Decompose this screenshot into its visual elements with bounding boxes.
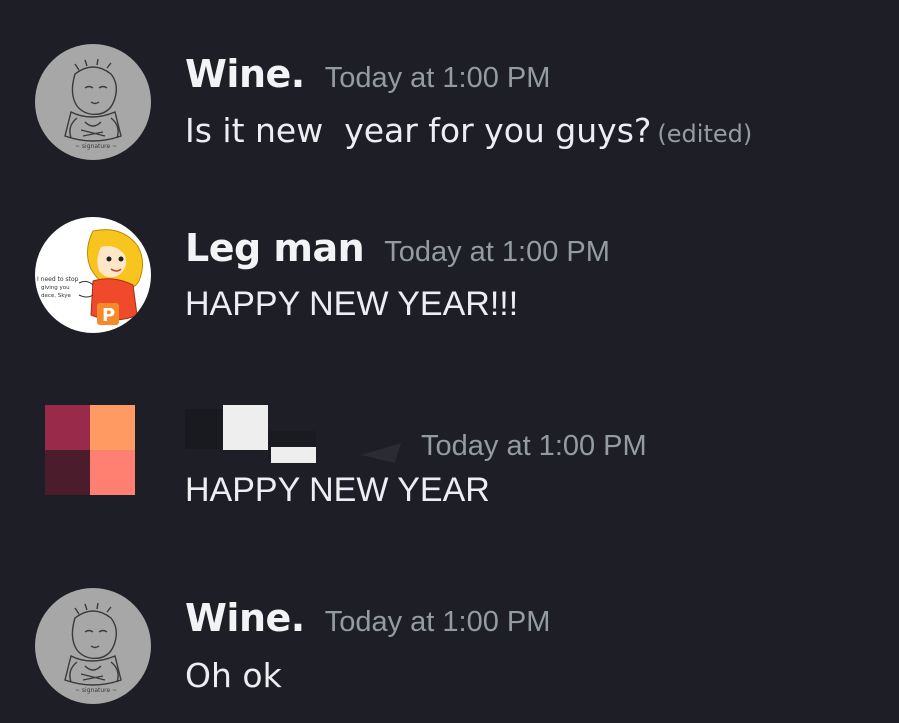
message-header: Leg man Today at 1:00 PM — [185, 226, 610, 270]
username-redacted[interactable] — [185, 403, 410, 469]
message-text-container: HAPPY NEW YEAR!!! — [185, 285, 518, 324]
avatar[interactable]: P I need to stop giving you dece, Skye — [35, 217, 151, 333]
message-text-container: Oh ok — [185, 656, 282, 695]
message-text: Oh ok — [185, 656, 282, 695]
timestamp[interactable]: Today at 1:00 PM — [325, 606, 551, 638]
username[interactable]: Leg man — [185, 226, 365, 270]
sketch-portrait-avatar-icon: ~ signature ~ — [35, 588, 151, 704]
svg-text:P: P — [102, 305, 115, 326]
avatar[interactable]: ~ signature ~ — [35, 588, 151, 704]
svg-text:dece, Skye: dece, Skye — [41, 293, 72, 299]
avatar[interactable] — [45, 405, 135, 495]
chat-log: ~ signature ~ Wine. Today at 1:00 PM Is i… — [0, 0, 899, 723]
svg-text:giving you: giving you — [41, 285, 70, 291]
message: ~ signature ~ Wine. Today at 1:00 PM Oh o… — [0, 0, 899, 704]
message-header: Wine. Today at 1:00 PM — [185, 596, 550, 640]
message-text-container: HAPPY NEW YEAR — [185, 471, 490, 510]
color-grid-avatar-icon — [45, 405, 135, 495]
svg-text:I need to stop: I need to stop — [37, 276, 79, 283]
timestamp[interactable]: Today at 1:00 PM — [421, 430, 647, 462]
yellow-haired-character-avatar-icon: P I need to stop giving you dece, Skye — [35, 217, 151, 333]
username[interactable]: Wine. — [185, 596, 305, 640]
svg-text:~ signature ~: ~ signature ~ — [75, 143, 117, 150]
redacted-name-blocks — [185, 405, 401, 463]
message-header: Today at 1:00 PM — [421, 420, 647, 464]
timestamp[interactable]: Today at 1:00 PM — [384, 236, 610, 268]
message-text: HAPPY NEW YEAR!!! — [185, 285, 519, 323]
svg-text:~ signature ~: ~ signature ~ — [75, 687, 117, 694]
message-text: HAPPY NEW YEAR — [185, 471, 490, 509]
